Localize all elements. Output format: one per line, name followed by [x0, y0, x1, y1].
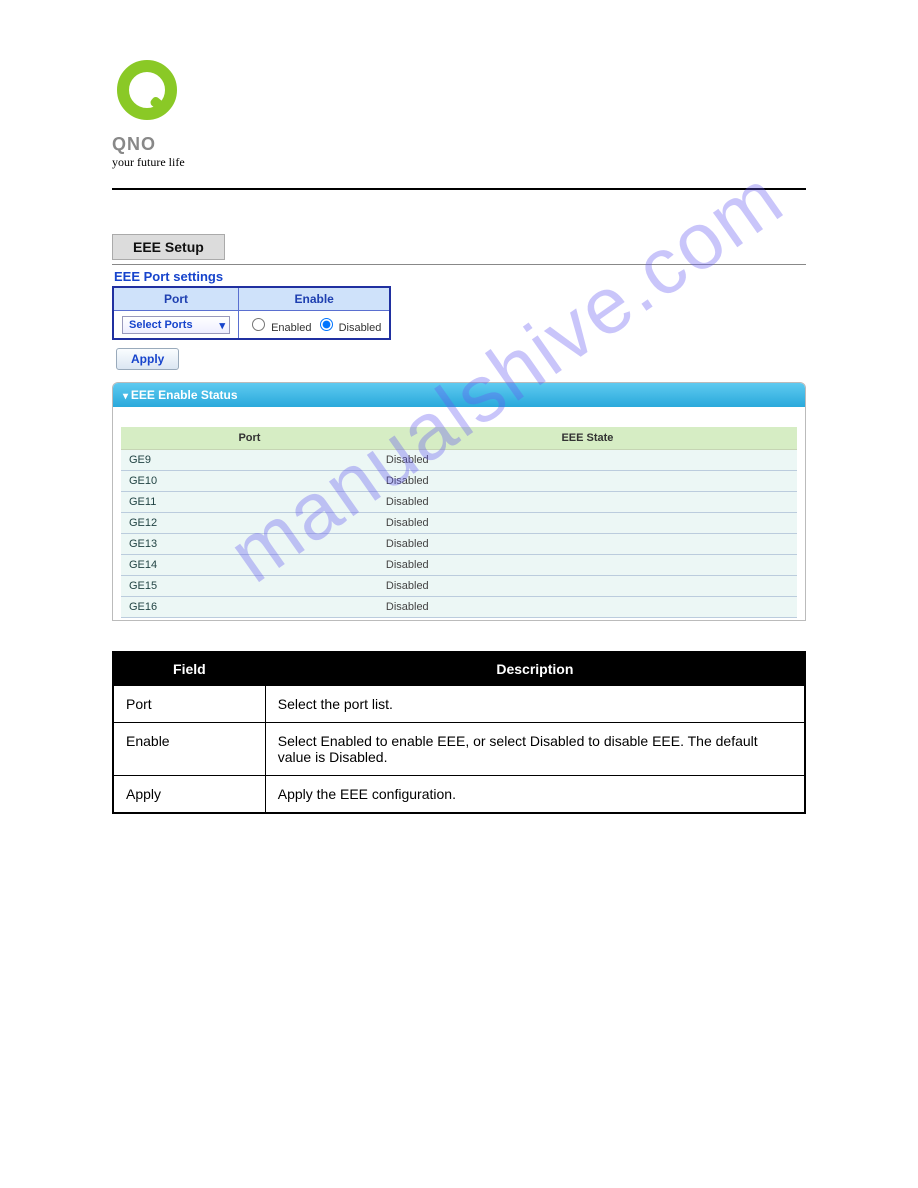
status-cell-port: GE10: [121, 471, 378, 492]
disabled-radio[interactable]: Disabled: [315, 322, 382, 334]
header-divider: [112, 188, 806, 190]
status-cell-state: Disabled: [378, 597, 797, 618]
status-cell-state: Disabled: [378, 576, 797, 597]
table-row: PortSelect the port list.: [113, 686, 805, 723]
status-cell-port: GE9: [121, 450, 378, 471]
logo-q-icon: [112, 60, 182, 130]
select-ports-dropdown[interactable]: Select Ports: [122, 316, 230, 334]
table-row: EnableSelect Enabled to enable EEE, or s…: [113, 723, 805, 776]
table-row: GE9Disabled: [121, 450, 797, 471]
status-col-state: EEE State: [378, 427, 797, 450]
status-col-port: Port: [121, 427, 378, 450]
apply-button[interactable]: Apply: [116, 348, 179, 370]
status-cell-state: Disabled: [378, 513, 797, 534]
port-settings-title: EEE Port settings: [114, 269, 806, 284]
disabled-radio-input[interactable]: [320, 318, 333, 331]
table-row: ApplyApply the EEE configuration.: [113, 776, 805, 814]
enabled-radio[interactable]: Enabled: [247, 322, 311, 334]
desc-cell-desc: Apply the EEE configuration.: [265, 776, 805, 814]
setup-underline: [112, 264, 806, 265]
description-table: Field Description PortSelect the port li…: [112, 651, 806, 814]
brand-name: QNO: [112, 134, 806, 155]
status-cell-state: Disabled: [378, 450, 797, 471]
desc-cell-field: Apply: [113, 776, 265, 814]
table-row: GE15Disabled: [121, 576, 797, 597]
status-cell-port: GE16: [121, 597, 378, 618]
table-row: GE13Disabled: [121, 534, 797, 555]
enabled-radio-input[interactable]: [252, 318, 265, 331]
status-cell-port: GE12: [121, 513, 378, 534]
desc-cell-desc: Select Enabled to enable EEE, or select …: [265, 723, 805, 776]
eee-status-header[interactable]: EEE Enable Status: [113, 383, 805, 407]
table-row: GE16Disabled: [121, 597, 797, 618]
disabled-radio-label: Disabled: [339, 322, 382, 334]
table-row: GE14Disabled: [121, 555, 797, 576]
port-settings-table: Port Enable Select Ports Enabled Disable…: [112, 286, 391, 340]
desc-cell-field: Enable: [113, 723, 265, 776]
eee-status-table: Port EEE State GE9DisabledGE10DisabledGE…: [121, 427, 797, 618]
table-row: GE11Disabled: [121, 492, 797, 513]
enabled-radio-label: Enabled: [271, 322, 311, 334]
table-row: GE12Disabled: [121, 513, 797, 534]
status-cell-port: GE11: [121, 492, 378, 513]
setup-title-badge: EEE Setup: [112, 234, 225, 260]
brand-logo-block: QNO your future life: [112, 60, 806, 170]
desc-cell-desc: Select the port list.: [265, 686, 805, 723]
col-header-enable: Enable: [239, 287, 391, 311]
status-cell-state: Disabled: [378, 471, 797, 492]
desc-head-desc: Description: [265, 652, 805, 686]
status-cell-port: GE13: [121, 534, 378, 555]
desc-head-field: Field: [113, 652, 265, 686]
desc-cell-field: Port: [113, 686, 265, 723]
screenshot-container: EEE Setup EEE Port settings Port Enable …: [112, 230, 806, 621]
brand-tagline: your future life: [112, 155, 806, 170]
table-row: GE10Disabled: [121, 471, 797, 492]
eee-status-panel: EEE Enable Status Port EEE State GE9Disa…: [112, 382, 806, 621]
status-cell-state: Disabled: [378, 492, 797, 513]
status-cell-port: GE15: [121, 576, 378, 597]
status-cell-state: Disabled: [378, 555, 797, 576]
col-header-port: Port: [113, 287, 239, 311]
status-cell-state: Disabled: [378, 534, 797, 555]
status-cell-port: GE14: [121, 555, 378, 576]
